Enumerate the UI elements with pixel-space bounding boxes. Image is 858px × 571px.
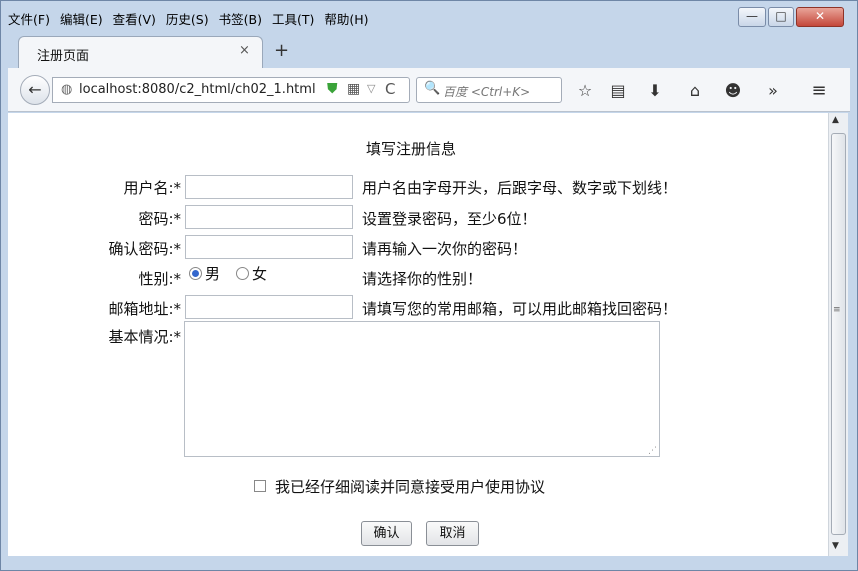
tab-close-icon[interactable]: ×	[239, 43, 250, 58]
menu-bar: 文件(F) 编辑(E) 查看(V) 历史(S) 书签(B) 工具(T) 帮助(H…	[8, 7, 369, 29]
chat-icon[interactable]: ☻	[722, 80, 744, 102]
gender-female-option[interactable]: 女	[236, 263, 267, 284]
tab-title: 注册页面	[37, 49, 90, 64]
gender-male-label: 男	[205, 265, 221, 283]
confirm-password-label: 确认密码:*	[108, 240, 181, 258]
bookmark-star-icon[interactable]: ☆	[574, 80, 596, 102]
confirm-button[interactable]: 确认	[361, 521, 412, 546]
gender-male-option[interactable]: 男	[189, 263, 220, 284]
download-icon[interactable]: ⬇	[644, 80, 666, 102]
username-label: 用户名:*	[123, 179, 181, 197]
username-hint: 用户名由字母开头，后跟字母、数字或下划线！	[362, 179, 678, 197]
dropdown-icon[interactable]: ▽	[367, 82, 375, 95]
scroll-grip-icon: ≡	[833, 305, 841, 315]
vertical-scrollbar[interactable]: ▲ ≡ ▼	[828, 113, 848, 556]
gender-hint: 请选择你的性别！	[362, 270, 483, 288]
confirm-password-hint: 请再输入一次你的密码！	[362, 240, 528, 258]
password-input[interactable]	[185, 205, 353, 229]
url-text[interactable]: localhost:8080/c2_html/ch02_1.html	[79, 82, 316, 97]
gender-female-radio[interactable]	[236, 267, 249, 280]
gender-label: 性别:*	[138, 270, 181, 288]
minimize-button[interactable]: —	[738, 7, 766, 27]
gender-female-label: 女	[252, 265, 268, 283]
email-label: 邮箱地址:*	[108, 300, 181, 318]
password-label: 密码:*	[138, 210, 181, 228]
menu-view[interactable]: 查看(V)	[113, 9, 156, 28]
address-bar[interactable]: ◍ localhost:8080/c2_html/ch02_1.html ⛊ ▦…	[52, 77, 410, 103]
form-title: 填写注册信息	[366, 140, 457, 158]
email-input[interactable]	[185, 295, 353, 319]
reload-icon[interactable]: C	[385, 80, 395, 98]
menu-tools[interactable]: 工具(T)	[272, 9, 314, 28]
email-hint: 请填写您的常用邮箱，可以用此邮箱找回密码！	[362, 300, 678, 318]
home-icon[interactable]: ⌂	[684, 80, 706, 102]
confirm-password-input[interactable]	[185, 235, 353, 259]
shield-icon[interactable]: ⛊	[327, 81, 338, 97]
menu-edit[interactable]: 编辑(E)	[60, 9, 103, 28]
new-tab-icon[interactable]: +	[274, 40, 289, 61]
password-hint: 设置登录密码，至少6位！	[362, 210, 537, 228]
agree-checkbox[interactable]	[254, 480, 266, 492]
tab-active[interactable]: 注册页面 ×	[18, 36, 263, 68]
scroll-up-icon[interactable]: ▲	[832, 115, 839, 125]
cancel-button[interactable]: 取消	[426, 521, 479, 546]
back-icon[interactable]: ←	[20, 75, 50, 105]
gender-male-radio[interactable]	[189, 267, 202, 280]
agree-label[interactable]: 我已经仔细阅读并同意接受用户使用协议	[275, 476, 545, 497]
basic-info-textarea[interactable]: ⋰	[184, 321, 660, 457]
hamburger-menu-icon[interactable]: ≡	[808, 80, 830, 102]
basic-info-label: 基本情况:*	[108, 328, 181, 346]
scroll-thumb[interactable]	[831, 133, 846, 535]
globe-icon: ◍	[61, 82, 73, 97]
close-window-button[interactable]: ✕	[796, 7, 844, 27]
maximize-button[interactable]: □	[768, 7, 794, 27]
menu-bookmarks[interactable]: 书签(B)	[219, 9, 262, 28]
menu-history[interactable]: 历史(S)	[166, 9, 209, 28]
reader-icon[interactable]: ▤	[607, 80, 629, 102]
menu-file[interactable]: 文件(F)	[8, 9, 50, 28]
qr-code-icon[interactable]: ▦	[347, 81, 360, 97]
scroll-down-icon[interactable]: ▼	[832, 541, 839, 551]
overflow-icon[interactable]: »	[762, 80, 784, 102]
search-bar[interactable]: 🔍 百度 <Ctrl+K>	[416, 77, 562, 103]
search-icon: 🔍	[424, 81, 441, 96]
menu-help[interactable]: 帮助(H)	[324, 9, 368, 28]
username-input[interactable]	[185, 175, 353, 199]
search-placeholder: 百度 <Ctrl+K>	[443, 85, 531, 99]
resize-grip-icon[interactable]: ⋰	[648, 446, 657, 456]
